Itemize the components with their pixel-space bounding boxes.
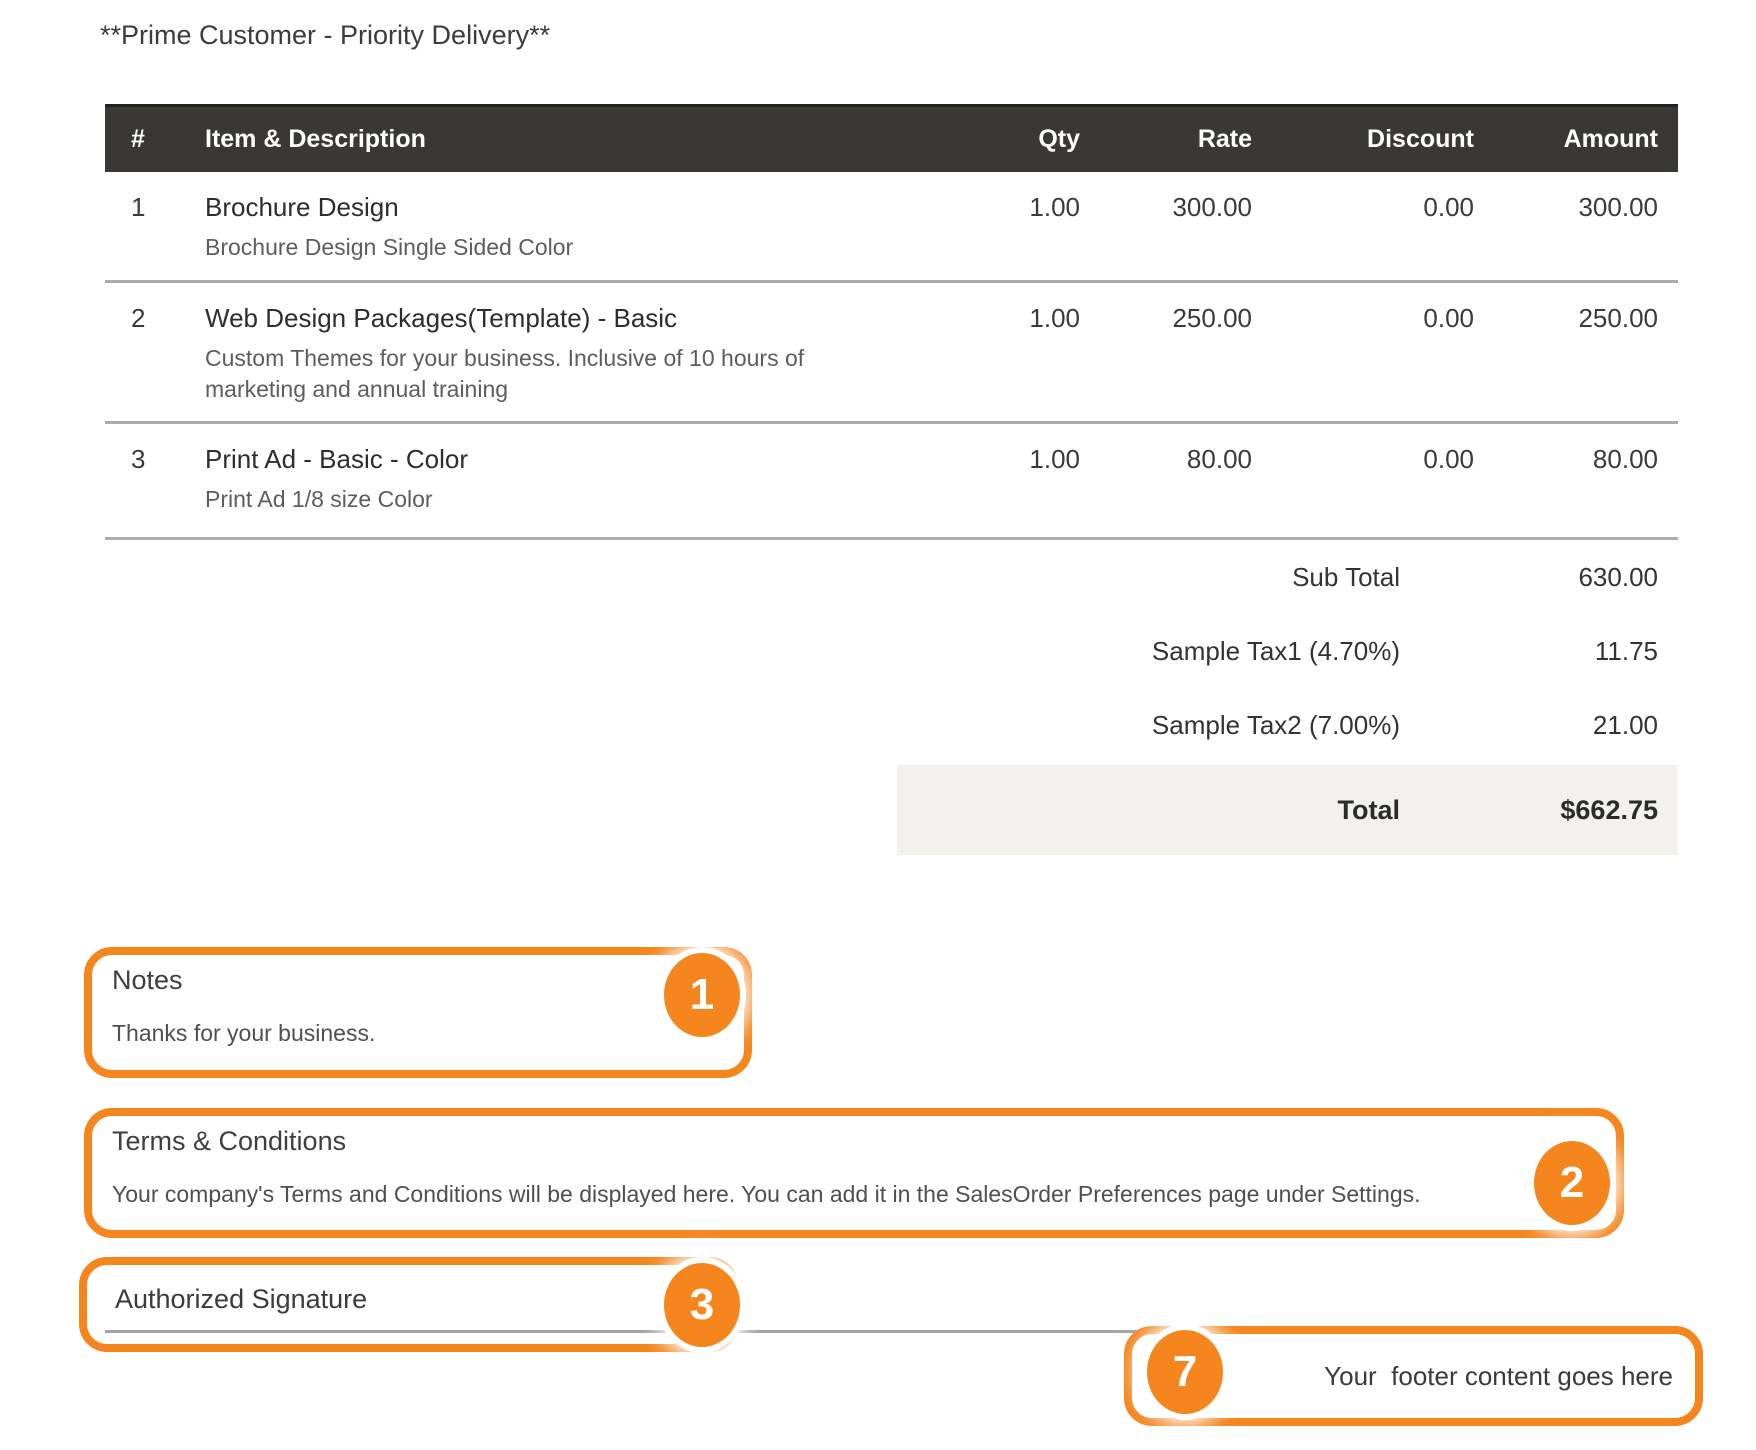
sales-order-document: **Prime Customer - Priority Delivery** #… xyxy=(0,0,1756,1450)
terms-heading: Terms & Conditions xyxy=(112,1126,1616,1157)
cell-qty: 1.00 xyxy=(905,444,1080,475)
footer-text: Your footer content goes here xyxy=(1324,1361,1673,1392)
table-header-row: # Item & Description Qty Rate Discount A… xyxy=(105,104,1678,172)
cell-amount: 250.00 xyxy=(1474,303,1678,334)
terms-text: Your company's Terms and Conditions will… xyxy=(112,1181,1616,1208)
header-item: Item & Description xyxy=(205,125,905,154)
cell-discount: 0.00 xyxy=(1252,444,1474,475)
grand-total-label: Total xyxy=(897,795,1400,826)
tax2-label: Sample Tax2 (7.00%) xyxy=(105,710,1400,741)
annotation-badge-1: 1 xyxy=(664,953,740,1037)
authorized-signature-heading: Authorized Signature xyxy=(115,1284,730,1315)
cell-rate: 250.00 xyxy=(1080,303,1252,334)
tax2-value: 21.00 xyxy=(1400,710,1678,741)
customer-note: **Prime Customer - Priority Delivery** xyxy=(100,20,550,51)
cell-item: Brochure Design Brochure Design Single S… xyxy=(205,192,905,263)
subtotal-label: Sub Total xyxy=(105,562,1400,593)
header-discount: Discount xyxy=(1252,125,1474,154)
terms-section: Terms & Conditions Your company's Terms … xyxy=(84,1108,1624,1238)
authorized-signature-section: Authorized Signature xyxy=(79,1257,738,1352)
tax1-label: Sample Tax1 (4.70%) xyxy=(105,636,1400,667)
item-name: Web Design Packages(Template) - Basic xyxy=(205,303,905,334)
totals-section: Sub Total 630.00 Sample Tax1 (4.70%) 11.… xyxy=(105,540,1678,855)
item-description: Custom Themes for your business. Inclusi… xyxy=(205,343,875,405)
table-row: 1 Brochure Design Brochure Design Single… xyxy=(105,172,1678,283)
subtotal-value: 630.00 xyxy=(1400,562,1678,593)
table-row: 2 Web Design Packages(Template) - Basic … xyxy=(105,283,1678,424)
notes-heading: Notes xyxy=(112,965,744,996)
header-qty: Qty xyxy=(905,125,1080,154)
cell-amount: 80.00 xyxy=(1474,444,1678,475)
cell-qty: 1.00 xyxy=(905,303,1080,334)
item-description: Brochure Design Single Sided Color xyxy=(205,232,875,263)
notes-section: Notes Thanks for your business. xyxy=(84,947,752,1078)
cell-rate: 300.00 xyxy=(1080,192,1252,223)
line-items-table: # Item & Description Qty Rate Discount A… xyxy=(105,104,1678,540)
cell-rate: 80.00 xyxy=(1080,444,1252,475)
cell-number: 2 xyxy=(105,303,205,334)
cell-discount: 0.00 xyxy=(1252,303,1474,334)
cell-qty: 1.00 xyxy=(905,192,1080,223)
tax1-value: 11.75 xyxy=(1400,636,1678,667)
cell-number: 1 xyxy=(105,192,205,223)
item-name: Brochure Design xyxy=(205,192,905,223)
cell-item: Web Design Packages(Template) - Basic Cu… xyxy=(205,303,905,405)
grand-total-value: $662.75 xyxy=(1400,795,1678,826)
notes-text: Thanks for your business. xyxy=(112,1020,744,1047)
tax2-row: Sample Tax2 (7.00%) 21.00 xyxy=(105,688,1678,762)
header-rate: Rate xyxy=(1080,125,1252,154)
tax1-row: Sample Tax1 (4.70%) 11.75 xyxy=(105,614,1678,688)
subtotal-row: Sub Total 630.00 xyxy=(105,540,1678,614)
cell-amount: 300.00 xyxy=(1474,192,1678,223)
item-description: Print Ad 1/8 size Color xyxy=(205,484,875,515)
grand-total-row: Total $662.75 xyxy=(897,765,1678,855)
cell-item: Print Ad - Basic - Color Print Ad 1/8 si… xyxy=(205,444,905,515)
header-number: # xyxy=(105,125,205,154)
table-row: 3 Print Ad - Basic - Color Print Ad 1/8 … xyxy=(105,424,1678,540)
annotation-badge-3: 3 xyxy=(664,1263,740,1347)
cell-number: 3 xyxy=(105,444,205,475)
annotation-badge-7: 7 xyxy=(1147,1330,1223,1414)
header-amount: Amount xyxy=(1474,125,1678,154)
item-name: Print Ad - Basic - Color xyxy=(205,444,905,475)
cell-discount: 0.00 xyxy=(1252,192,1474,223)
annotation-badge-2: 2 xyxy=(1534,1141,1610,1225)
